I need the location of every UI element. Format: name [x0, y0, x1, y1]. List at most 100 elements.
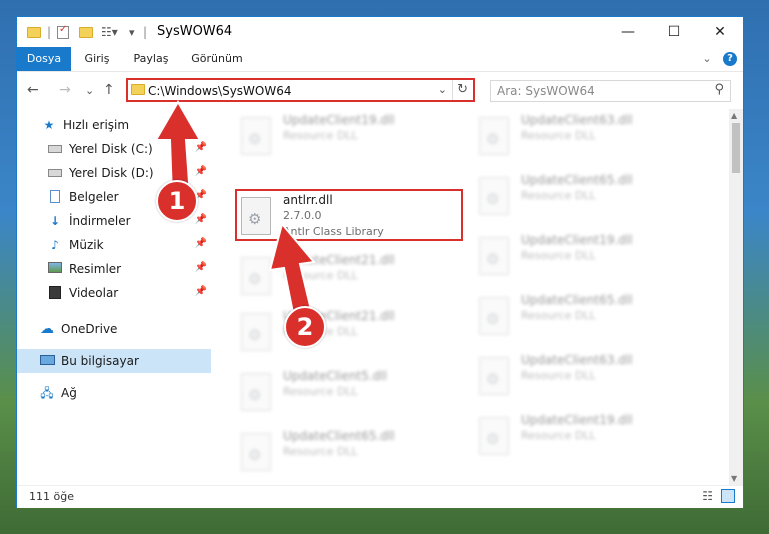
- explorer-window: | ✓ ☷▾ ▾ | SysWOW64 — ☐ ✕ Dosya Giriş Pa…: [16, 16, 744, 508]
- sidebar-item-videos[interactable]: Videolar 📌: [17, 281, 211, 305]
- address-bar[interactable]: C:\Windows\SysWOW64 ⌄ ↻: [126, 78, 475, 102]
- file-name: UpdateClient5.dll: [283, 369, 387, 383]
- separator: |: [47, 25, 52, 39]
- file-name: UpdateClient19.dll: [521, 233, 633, 247]
- recent-locations-button[interactable]: ⌄: [85, 84, 94, 97]
- tab-home[interactable]: Giriş: [75, 47, 119, 71]
- step-1-badge: 1: [156, 180, 198, 222]
- file-tile[interactable]: ⚙ UpdateClient65.dll Resource DLL: [473, 289, 701, 341]
- customize-toolbar-icon[interactable]: ☷▾: [101, 24, 118, 40]
- sidebar-item-music[interactable]: ♪ Müzik 📌: [17, 233, 211, 257]
- pin-icon[interactable]: 📌: [195, 238, 207, 249]
- scrollbar-thumb[interactable]: [732, 123, 740, 173]
- pin-icon[interactable]: 📌: [195, 166, 207, 177]
- step-2-badge: 2: [284, 306, 326, 348]
- search-box[interactable]: Ara: SysWOW64 ⚲: [490, 80, 731, 102]
- folder-icon: [27, 24, 41, 40]
- file-name: UpdateClient65.dll: [521, 173, 633, 187]
- dll-file-icon: ⚙: [241, 433, 271, 471]
- scroll-down-icon[interactable]: ▼: [731, 474, 737, 483]
- tiles-view-icon[interactable]: [721, 489, 735, 503]
- navigation-pane: ★ Hızlı erişim Yerel Disk (C:) 📌 Yerel D…: [17, 109, 211, 485]
- file-tile[interactable]: ⚙ UpdateClient63.dll Resource DLL: [473, 349, 701, 401]
- sidebar-item-label: OneDrive: [61, 322, 118, 336]
- address-dropdown-icon[interactable]: ⌄: [438, 83, 447, 96]
- file-version: 2.7.0.0: [283, 209, 322, 222]
- file-list: ⚙ UpdateClient19.dll Resource DLL ⚙ antl…: [213, 109, 729, 485]
- sidebar-item-label: Müzik: [69, 238, 104, 252]
- item-count: 111 öğe: [29, 490, 74, 503]
- ribbon-expand-icon[interactable]: ⌄: [697, 47, 717, 71]
- downloads-icon: ↓: [49, 214, 61, 228]
- file-type: Resource DLL: [521, 129, 596, 142]
- file-tile[interactable]: ⚙ UpdateClient63.dll Resource DLL: [473, 109, 701, 161]
- cloud-icon: ☁: [40, 321, 54, 337]
- forward-button[interactable]: →: [59, 82, 71, 98]
- file-tile[interactable]: ⚙ UpdateClient5.dll Resource DLL: [235, 365, 463, 417]
- dll-file-icon: ⚙: [241, 117, 271, 155]
- divider: [452, 80, 453, 100]
- file-tile[interactable]: ⚙ UpdateClient65.dll Resource DLL: [235, 425, 463, 477]
- tab-view[interactable]: Görünüm: [185, 47, 249, 71]
- file-name: UpdateClient63.dll: [521, 113, 633, 127]
- sidebar-item-this-pc[interactable]: Bu bilgisayar: [17, 349, 211, 373]
- search-icon[interactable]: ⚲: [714, 82, 724, 97]
- documents-icon: [47, 190, 63, 204]
- file-tile[interactable]: ⚙ UpdateClient19.dll Resource DLL: [235, 109, 463, 161]
- file-tile[interactable]: ⚙ UpdateClient21.dll Resource DLL: [235, 249, 463, 301]
- search-placeholder[interactable]: Ara: SysWOW64: [497, 84, 595, 98]
- sidebar-item-drive-c[interactable]: Yerel Disk (C:) 📌: [17, 137, 211, 161]
- file-tile[interactable]: ⚙ UpdateClient21.dll Resource DLL: [235, 305, 463, 357]
- quick-access-dropdown-icon[interactable]: ▾: [129, 24, 135, 40]
- network-icon: 🖧: [40, 386, 54, 400]
- file-tile-highlighted[interactable]: ⚙ antlrr.dll 2.7.0.0 Antlr Class Library: [235, 189, 463, 241]
- dll-file-icon: ⚙: [241, 197, 271, 235]
- file-tile[interactable]: ⚙ UpdateClient65.dll Resource DLL: [473, 169, 701, 221]
- file-name: UpdateClient65.dll: [521, 293, 633, 307]
- properties-icon[interactable]: ✓: [57, 24, 69, 40]
- file-type: Resource DLL: [283, 385, 358, 398]
- file-type: Resource DLL: [521, 309, 596, 322]
- file-name: UpdateClient65.dll: [283, 429, 395, 443]
- pin-icon[interactable]: 📌: [195, 286, 207, 297]
- pictures-icon: [47, 262, 63, 276]
- address-text[interactable]: C:\Windows\SysWOW64: [148, 84, 292, 98]
- file-type: Resource DLL: [283, 269, 358, 282]
- sidebar-item-label: Videolar: [69, 286, 119, 300]
- sidebar-item-pictures[interactable]: Resimler 📌: [17, 257, 211, 281]
- sidebar-item-onedrive[interactable]: ☁ OneDrive: [17, 317, 211, 341]
- dll-file-icon: ⚙: [479, 357, 509, 395]
- pin-icon[interactable]: 📌: [195, 142, 207, 153]
- details-view-icon[interactable]: ☷: [702, 489, 713, 503]
- pin-icon[interactable]: 📌: [195, 214, 207, 225]
- file-name: UpdateClient63.dll: [521, 353, 633, 367]
- drive-icon: [47, 142, 63, 156]
- sidebar-item-label: Bu bilgisayar: [61, 354, 139, 368]
- videos-icon: [47, 286, 63, 300]
- refresh-icon[interactable]: ↻: [457, 82, 468, 97]
- sidebar-item-network[interactable]: 🖧 Ağ: [17, 381, 211, 405]
- file-type: Resource DLL: [521, 369, 596, 382]
- pin-icon[interactable]: 📌: [195, 262, 207, 273]
- navigation-bar: ← → ⌄ ↑ C:\Windows\SysWOW64 ⌄ ↻ Ara: Sys…: [17, 71, 743, 110]
- dll-file-icon: ⚙: [479, 297, 509, 335]
- tab-share[interactable]: Paylaş: [125, 47, 177, 71]
- drive-icon: [47, 166, 63, 180]
- sidebar-item-label: Ağ: [61, 386, 77, 400]
- vertical-scrollbar[interactable]: ▲ ▼: [729, 109, 743, 485]
- up-button[interactable]: ↑: [103, 82, 115, 98]
- maximize-button[interactable]: ☐: [651, 17, 697, 47]
- back-button[interactable]: ←: [27, 82, 39, 98]
- tab-file[interactable]: Dosya: [17, 47, 71, 71]
- sidebar-item-quick-access[interactable]: ★ Hızlı erişim: [17, 113, 211, 137]
- scroll-up-icon[interactable]: ▲: [731, 111, 737, 120]
- minimize-button[interactable]: —: [605, 17, 651, 47]
- help-icon[interactable]: ?: [723, 52, 737, 66]
- close-button[interactable]: ✕: [697, 17, 743, 47]
- file-name: antlrr.dll: [283, 193, 333, 207]
- file-type: Resource DLL: [521, 249, 596, 262]
- file-tile[interactable]: ⚙ UpdateClient19.dll Resource DLL: [473, 229, 701, 281]
- file-tile[interactable]: ⚙ UpdateClient19.dll Resource DLL: [473, 409, 701, 461]
- new-folder-icon[interactable]: [79, 24, 93, 40]
- file-type: Resource DLL: [521, 429, 596, 442]
